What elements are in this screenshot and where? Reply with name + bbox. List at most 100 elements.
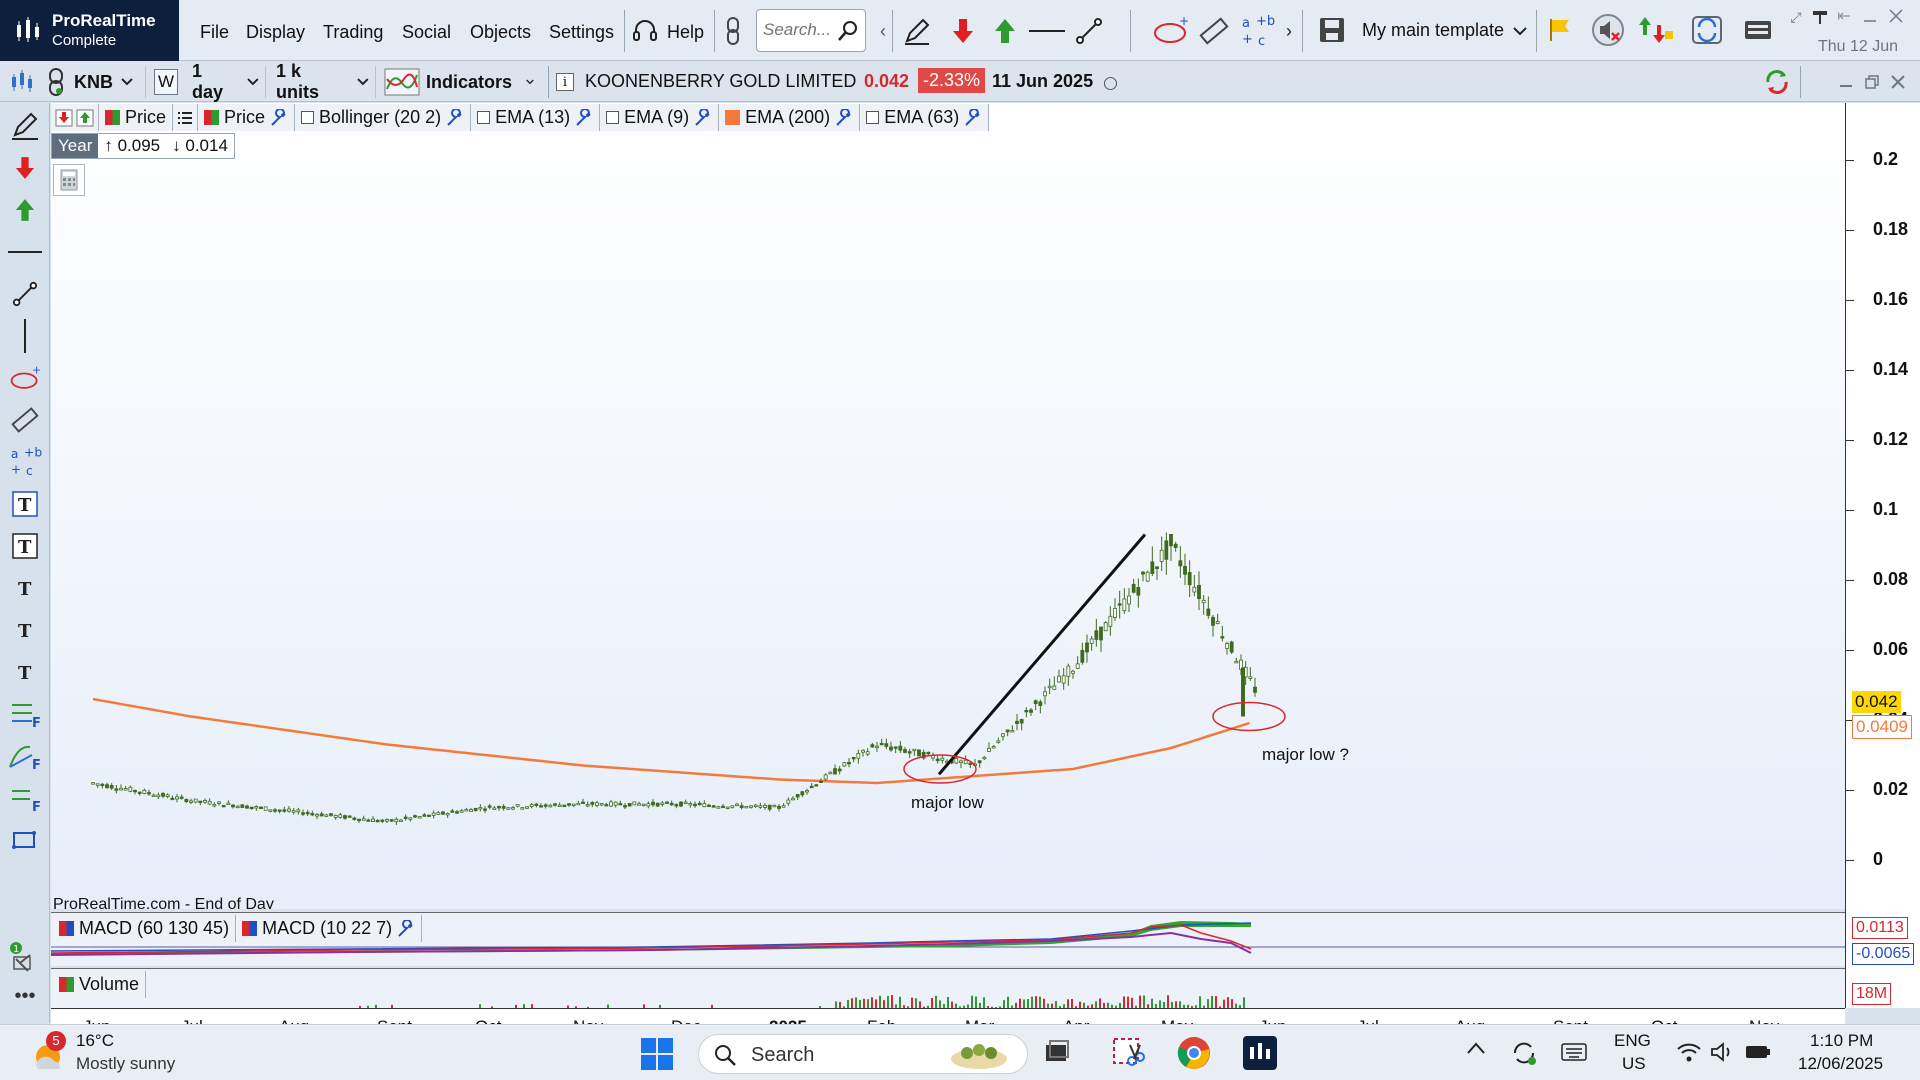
wifi-icon[interactable] <box>1676 1041 1702 1065</box>
macd-panel[interactable]: MACD (60 130 45) MACD (10 22 7) <box>51 912 1845 966</box>
refresh-chart-icon[interactable] <box>1760 66 1794 98</box>
headset-icon[interactable] <box>630 16 660 46</box>
trendline-icon[interactable] <box>1072 14 1106 48</box>
period-selector[interactable]: 1 day <box>188 61 266 102</box>
pin-icon[interactable] <box>1810 8 1830 26</box>
chrome-icon[interactable] <box>1176 1035 1212 1071</box>
keyboard-tray-icon[interactable] <box>1560 1041 1588 1065</box>
chart-restore-icon[interactable] <box>1862 72 1882 92</box>
legend-ema-200[interactable]: EMA (200) <box>719 104 861 131</box>
text-icon[interactable]: T <box>8 613 42 647</box>
chevron-up-icon[interactable] <box>1466 1041 1490 1065</box>
menu-trading[interactable]: Trading <box>323 22 383 43</box>
text-box-icon[interactable]: T <box>8 487 42 521</box>
save-icon[interactable] <box>1316 14 1348 46</box>
language-region[interactable]: US <box>1622 1054 1646 1074</box>
chart-close-icon[interactable] <box>1888 72 1908 92</box>
volume-panel[interactable]: Volume <box>51 968 1845 1008</box>
sell-arrow-icon[interactable] <box>946 14 980 48</box>
sound-muted-icon[interactable] <box>1590 12 1626 48</box>
checkbox[interactable] <box>866 111 880 124</box>
ellipse-icon[interactable]: + <box>1150 14 1190 48</box>
wrench-icon[interactable] <box>270 108 288 127</box>
legend-macd-60[interactable]: MACD (60 130 45) <box>53 915 237 942</box>
horizontal-line-icon[interactable] <box>8 235 42 269</box>
menu-display[interactable]: Display <box>246 22 305 43</box>
drawn-trendline[interactable] <box>937 533 1147 776</box>
clock-date[interactable]: 12/06/2025 <box>1798 1054 1883 1074</box>
text-frame-icon[interactable]: T <box>8 529 42 563</box>
more-tools-icon[interactable]: ••• <box>8 983 42 1009</box>
legend-ema-9[interactable]: EMA (9) <box>600 104 720 131</box>
scroll-left-icon[interactable]: ‹ <box>876 18 890 44</box>
chart-link-icon[interactable] <box>42 66 70 98</box>
units-selector[interactable]: 1 k units <box>272 61 376 102</box>
legend-bollinger[interactable]: Bollinger (20 2) <box>295 104 472 131</box>
battery-icon[interactable] <box>1744 1041 1772 1065</box>
fibonacci-fan-icon[interactable]: F <box>8 739 42 773</box>
wrench-icon[interactable] <box>694 108 712 127</box>
taskbar-search[interactable]: Search <box>698 1034 1028 1074</box>
link-icon[interactable] <box>720 14 746 48</box>
fibonacci-labels-icon[interactable]: a +b + c <box>1238 12 1276 50</box>
checkbox[interactable] <box>606 111 620 124</box>
trendline-icon[interactable] <box>8 277 42 311</box>
pencil-icon[interactable] <box>8 109 42 143</box>
text-icon[interactable]: T <box>8 571 42 605</box>
indicators-button[interactable]: Indicators <box>426 66 540 98</box>
fibonacci-retracement-icon[interactable]: F <box>8 697 42 731</box>
chart-minimize-icon[interactable] <box>1836 72 1856 92</box>
weather-icon[interactable]: 5 <box>30 1031 66 1073</box>
legend-macd-10[interactable]: MACD (10 22 7) <box>236 915 423 942</box>
prorealtime-app-icon[interactable] <box>1242 1035 1278 1071</box>
fibonacci-labels-icon[interactable]: a +b + c <box>8 445 42 479</box>
wrench-icon[interactable] <box>397 919 415 938</box>
annotation-ellipse-major-low-question[interactable] <box>1212 701 1286 732</box>
indicators-icon[interactable] <box>384 66 420 98</box>
info-icon[interactable]: i <box>556 73 574 91</box>
language-code[interactable]: ENG <box>1614 1031 1651 1051</box>
menu-file[interactable]: File <box>200 22 229 43</box>
fibonacci-levels-icon[interactable]: F <box>8 781 42 815</box>
scroll-right-icon[interactable]: › <box>1282 18 1296 44</box>
buy-small-icon[interactable] <box>76 109 94 127</box>
weekly-button[interactable]: W <box>154 69 178 95</box>
object-tree-icon[interactable]: 1 <box>8 941 42 975</box>
flag-icon[interactable] <box>1544 14 1576 46</box>
snipping-tool-icon[interactable] <box>1110 1035 1146 1071</box>
legend-list-icon[interactable] <box>173 104 199 131</box>
menu-settings[interactable]: Settings <box>549 22 614 43</box>
legend-price[interactable]: Price <box>198 104 296 131</box>
wrench-icon[interactable] <box>964 108 982 127</box>
detach-window-icon[interactable]: ⤢ <box>1786 8 1806 26</box>
candles-icon[interactable] <box>8 68 36 96</box>
task-view-icon[interactable] <box>1042 1037 1074 1069</box>
buy-arrow-icon[interactable] <box>988 14 1022 48</box>
sell-small-icon[interactable] <box>55 109 73 127</box>
minimize-icon[interactable] <box>1860 6 1880 26</box>
rectangle-icon[interactable] <box>8 823 42 857</box>
search-input[interactable] <box>763 20 835 40</box>
ruler-icon[interactable] <box>8 403 42 437</box>
volume-icon[interactable] <box>1710 1041 1736 1065</box>
price-chart[interactable] <box>51 103 1845 909</box>
wrench-icon[interactable] <box>575 108 593 127</box>
buy-arrow-icon[interactable] <box>8 193 42 227</box>
legend-price-bars[interactable]: Price <box>99 104 174 131</box>
text-icon[interactable]: T <box>8 655 42 689</box>
menu-objects[interactable]: Objects <box>470 22 531 43</box>
alerts-icon[interactable] <box>1638 12 1676 48</box>
pencil-icon[interactable] <box>900 14 934 48</box>
horizontal-line-icon[interactable] <box>1028 14 1066 48</box>
arrow-left-icon[interactable]: ⇤ <box>1834 6 1854 26</box>
ticker-selector[interactable]: KNB <box>74 66 146 98</box>
clock-time[interactable]: 1:10 PM <box>1810 1031 1873 1051</box>
legend-ema-63[interactable]: EMA (63) <box>860 104 990 131</box>
legend-volume[interactable]: Volume <box>53 971 147 998</box>
windows-start-icon[interactable] <box>640 1037 674 1071</box>
price-axis[interactable]: 00.020.040.060.080.10.120.140.160.180.2 … <box>1845 103 1920 1008</box>
keyboard-icon[interactable] <box>1740 14 1776 46</box>
legend-ema-13[interactable]: EMA (13) <box>471 104 601 131</box>
close-icon[interactable] <box>1886 6 1906 26</box>
sync-tray-icon[interactable] <box>1510 1039 1538 1067</box>
